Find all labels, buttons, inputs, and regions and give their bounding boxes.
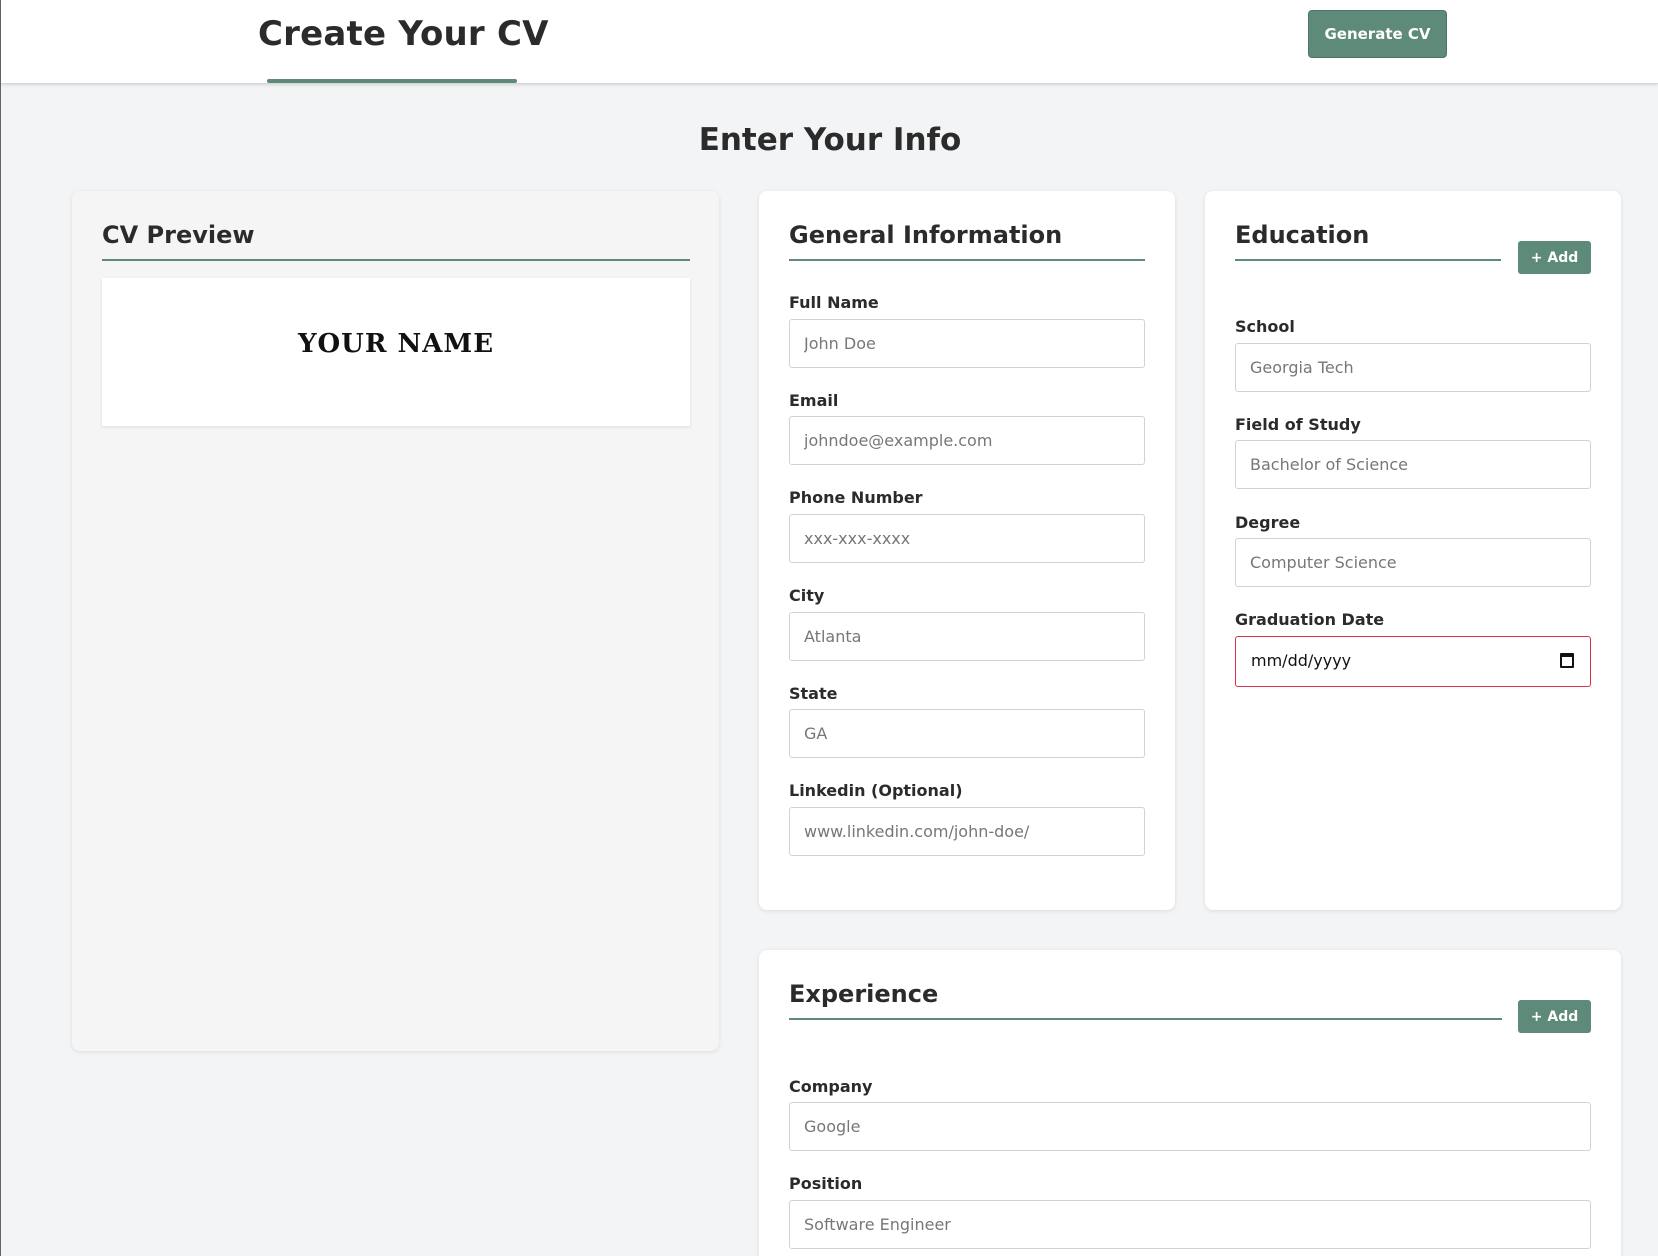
degree-label: Degree [1235,513,1301,532]
section-divider [789,259,1145,261]
section-divider [789,1018,1502,1020]
position-input[interactable] [789,1200,1591,1249]
add-education-button[interactable]: + Add [1518,241,1591,274]
school-label: School [1235,317,1295,336]
email-input[interactable] [789,416,1145,465]
general-information-card: General Information Full Name Email Phon… [759,191,1175,910]
field-of-study-input[interactable] [1235,440,1591,489]
education-title: Education [1235,221,1370,249]
school-input[interactable] [1235,343,1591,392]
full-name-label: Full Name [789,293,879,312]
city-label: City [789,586,825,605]
graduation-date-input[interactable]: mm/dd/yyyy [1235,636,1591,687]
full-name-input[interactable] [789,319,1145,368]
email-label: Email [789,391,839,410]
degree-input[interactable] [1235,538,1591,587]
phone-number-label: Phone Number [789,488,923,507]
state-input[interactable] [789,709,1145,758]
section-divider [1235,259,1501,261]
experience-card: Experience + Add Company Position [759,950,1621,1256]
general-information-title: General Information [789,221,1063,249]
experience-title: Experience [789,980,939,1008]
field-of-study-label: Field of Study [1235,415,1361,434]
generate-cv-button[interactable]: Generate CV [1308,10,1447,58]
position-label: Position [789,1174,863,1193]
add-experience-button[interactable]: + Add [1518,1000,1591,1033]
graduation-date-value: mm/dd/yyyy [1251,651,1352,670]
graduation-date-label: Graduation Date [1235,610,1385,629]
cv-preview-card: CV Preview YOUR NAME [72,191,719,1051]
app-title: Create Your CV [258,14,549,54]
cv-preview-sheet: YOUR NAME [102,278,690,426]
cv-preview-name: YOUR NAME [297,329,495,359]
education-card: Education + Add School Field of Study De… [1205,191,1621,910]
app-header: Create Your CV Generate CV [1,0,1658,84]
cv-preview-title: CV Preview [102,221,255,249]
title-underline [267,79,517,83]
linkedin-input[interactable] [789,807,1145,856]
calendar-icon[interactable] [1560,653,1574,668]
company-label: Company [789,1077,873,1096]
city-input[interactable] [789,612,1145,661]
phone-number-input[interactable] [789,514,1145,563]
page-heading: Enter Your Info [698,122,962,158]
state-label: State [789,684,838,703]
section-divider [102,259,690,261]
linkedin-label: Linkedin (Optional) [789,781,963,800]
company-input[interactable] [789,1102,1591,1151]
